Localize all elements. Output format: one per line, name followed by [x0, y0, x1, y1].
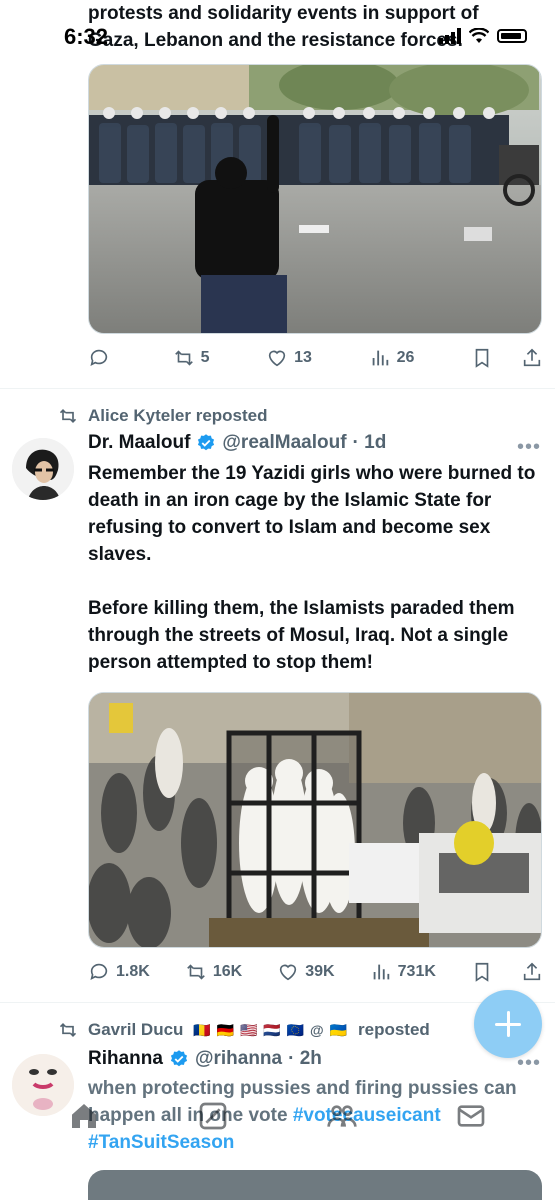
tweet1-text-line1: protests and solidarity events in suppor… — [88, 3, 479, 24]
tweet2-text: Remember the 19 Yazidi girls who were bu… — [88, 460, 538, 676]
tweet2-paragraph-1: Remember the 19 Yazidi girls who were bu… — [88, 463, 536, 565]
views-count: 26 — [396, 349, 415, 366]
bookmark-share-group — [471, 347, 543, 369]
reply-button[interactable] — [88, 347, 116, 369]
messages-icon[interactable] — [455, 1100, 487, 1137]
tweet2-photo[interactable] — [88, 692, 542, 948]
author-name[interactable]: Rihanna — [88, 1048, 163, 1070]
grok-icon[interactable] — [197, 1100, 229, 1137]
tweet1-text: protests and solidarity events in suppor… — [88, 0, 543, 54]
views-icon — [373, 964, 389, 980]
repost-attribution[interactable]: Gavril Ducu 🇷🇴 🇩🇪 🇺🇸 🇳🇱 🇪🇺 @ 🇺🇦 reposted — [58, 1020, 430, 1040]
bookmark-share-group — [471, 961, 543, 983]
tweet2-author-row: Dr. Maalouf @realMaalouf · 1d — [88, 432, 386, 454]
like-button[interactable]: 39K — [277, 961, 335, 983]
repost-icon — [59, 1022, 77, 1038]
street-cage-photo — [89, 693, 541, 947]
reply-button[interactable]: 1.8K — [88, 961, 150, 983]
views-count: 731K — [397, 963, 436, 980]
bottom-nav — [0, 1092, 555, 1144]
reply-count: 1.8K — [116, 963, 150, 980]
author-name[interactable]: Dr. Maalouf — [88, 432, 190, 454]
verified-badge-icon — [198, 434, 215, 451]
heart-icon — [280, 964, 297, 981]
tweet1-actions: 5 13 26 — [88, 344, 543, 372]
reposted-by-text: Alice Kyteler reposted — [88, 406, 268, 425]
tweet1-text-line2: Gaza, Lebanon and the resistance forces. — [88, 30, 463, 51]
tweet-divider — [0, 1002, 555, 1003]
repost-button[interactable]: 5 — [173, 347, 210, 369]
repost-icon — [187, 964, 205, 980]
tweet2-paragraph-2: Before killing them, the Islamists parad… — [88, 598, 515, 673]
protest-photo — [89, 65, 541, 333]
tweet2-actions: 1.8K 16K 39K 731K — [88, 958, 543, 986]
repost-icon — [59, 408, 77, 424]
tweet-time: · 1d — [352, 432, 387, 453]
communities-icon[interactable] — [326, 1100, 358, 1137]
views-icon — [372, 350, 388, 366]
tweet1-photo[interactable] — [88, 64, 542, 334]
repost-attribution[interactable]: Alice Kyteler reposted — [58, 406, 268, 426]
tweet3-author-row: Rihanna @rihanna · 2h — [88, 1048, 322, 1070]
avatar[interactable] — [12, 438, 74, 500]
bookmark-icon[interactable] — [471, 961, 493, 983]
author-handle[interactable]: @rihanna — [195, 1048, 282, 1070]
reply-icon — [90, 963, 108, 980]
repost-icon — [174, 350, 193, 366]
tweet3-media[interactable] — [88, 1170, 542, 1200]
repost-count: 5 — [200, 349, 210, 366]
reposted-by-flags: 🇷🇴 🇩🇪 🇺🇸 🇳🇱 🇪🇺 @ 🇺🇦 — [193, 1021, 349, 1038]
reply-icon — [90, 349, 108, 366]
like-count: 39K — [305, 963, 335, 980]
heart-icon — [268, 350, 286, 367]
repost-count: 16K — [212, 963, 243, 980]
tweet-divider — [0, 388, 555, 389]
views-button[interactable]: 731K — [370, 961, 436, 983]
verified-badge-icon — [170, 1050, 188, 1067]
compose-button[interactable] — [474, 990, 542, 1058]
bookmark-icon[interactable] — [471, 347, 493, 369]
tweet-time: · 2h — [288, 1048, 322, 1069]
reposted-suffix: reposted — [358, 1020, 430, 1039]
home-icon[interactable] — [68, 1100, 100, 1137]
more-options-icon[interactable]: ••• — [517, 436, 541, 459]
plus-icon — [495, 1011, 521, 1037]
author-handle[interactable]: @realMaalouf — [222, 432, 346, 454]
share-icon[interactable] — [521, 347, 543, 369]
avatar-image — [12, 438, 74, 500]
share-icon[interactable] — [521, 961, 543, 983]
like-count: 13 — [294, 349, 312, 366]
like-button[interactable]: 13 — [266, 347, 312, 369]
reposted-by-name: Gavril Ducu — [88, 1020, 184, 1039]
repost-button[interactable]: 16K — [185, 961, 242, 983]
views-button[interactable]: 26 — [369, 347, 415, 369]
